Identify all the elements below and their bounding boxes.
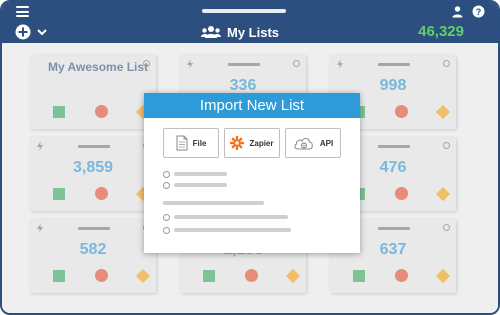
chevron-down-icon — [37, 29, 47, 36]
import-file-button[interactable]: File — [163, 128, 219, 158]
drag-handle[interactable] — [202, 9, 286, 13]
nav-bar: My Lists 46,329 — [2, 21, 498, 43]
help-icon[interactable]: ? — [472, 5, 485, 18]
radio-option[interactable] — [163, 227, 170, 234]
option-placeholder-line — [174, 215, 288, 219]
option-placeholder-line — [174, 172, 227, 176]
section-placeholder-line — [163, 201, 264, 205]
user-icon[interactable] — [451, 5, 464, 18]
menu-icon[interactable] — [16, 6, 29, 17]
option-placeholder-line — [174, 183, 227, 187]
add-list-button[interactable] — [14, 23, 50, 41]
cloud-gear-icon — [294, 138, 313, 150]
import-api-label: API — [319, 138, 334, 148]
total-count: 46,329 — [418, 23, 464, 40]
page-title: My Lists — [201, 23, 279, 41]
import-file-label: File — [192, 138, 207, 148]
add-icon — [15, 24, 31, 40]
radio-option[interactable] — [163, 182, 170, 189]
import-zapier-button[interactable]: Zapier — [224, 128, 280, 158]
users-icon — [201, 26, 221, 38]
file-icon — [176, 135, 188, 151]
radio-option[interactable] — [163, 171, 170, 178]
import-zapier-label: Zapier — [249, 138, 274, 148]
import-api-button[interactable]: API — [285, 128, 341, 158]
option-placeholder-line — [174, 228, 291, 232]
radio-option[interactable] — [163, 214, 170, 221]
import-list-dialog: Import New List File Zapier API — [144, 93, 360, 253]
top-bar: ? — [2, 2, 498, 21]
page-title-text: My Lists — [227, 24, 280, 40]
svg-text:?: ? — [476, 7, 482, 17]
app-window: ? My Lists 46,329 My Awesome List 336 99… — [0, 0, 500, 315]
dialog-title: Import New List — [144, 93, 360, 118]
zapier-icon — [230, 136, 245, 150]
